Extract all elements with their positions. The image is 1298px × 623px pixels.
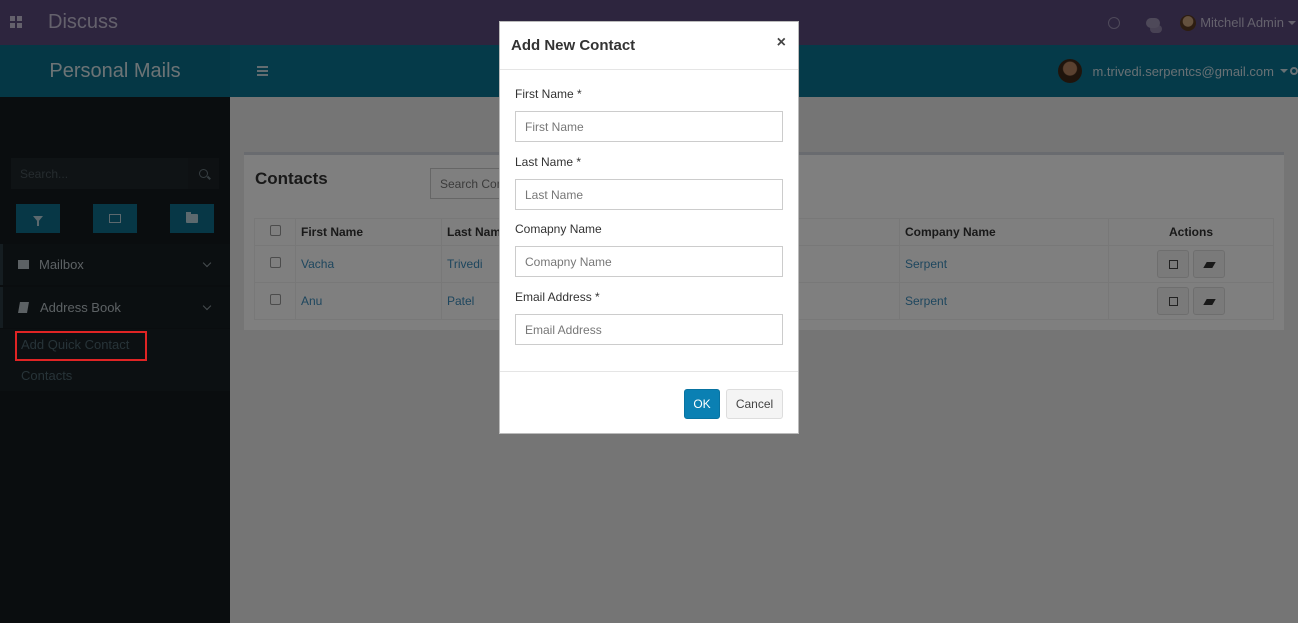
close-icon[interactable]: ×: [777, 34, 786, 52]
first-name-label: First Name *: [515, 87, 582, 101]
cancel-button[interactable]: Cancel: [726, 389, 783, 419]
email-address-label: Email Address *: [515, 290, 600, 304]
modal-header: Add New Contact ×: [500, 22, 798, 70]
last-name-label: Last Name *: [515, 155, 582, 169]
last-name-field[interactable]: [515, 179, 783, 210]
add-contact-modal: Add New Contact × First Name * Last Name…: [499, 21, 799, 434]
company-name-label: Comapny Name: [515, 222, 602, 236]
company-name-field[interactable]: [515, 246, 783, 277]
modal-footer: OK Cancel: [500, 371, 798, 434]
email-field[interactable]: [515, 314, 783, 345]
highlight-box: [15, 331, 147, 361]
ok-button[interactable]: OK: [684, 389, 720, 419]
first-name-field[interactable]: [515, 111, 783, 142]
modal-title: Add New Contact: [511, 37, 636, 54]
